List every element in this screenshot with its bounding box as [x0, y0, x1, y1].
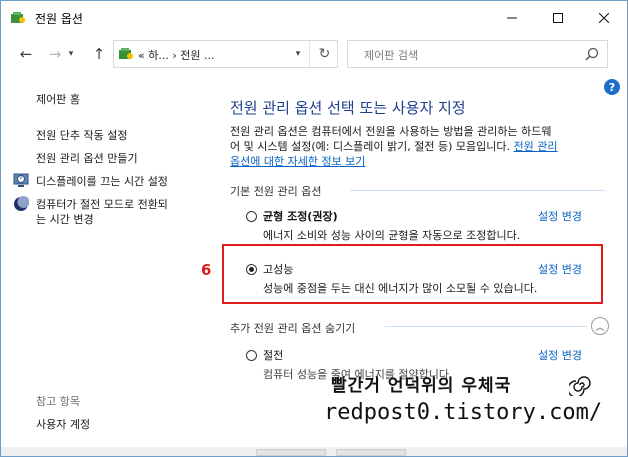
snail-logo-icon: [569, 376, 591, 396]
power-plan-info-link[interactable]: 전원 관리: [514, 140, 558, 153]
chevron-down-icon: ▾: [68, 49, 74, 59]
watermark-blog-name: 빨간거 언덕위의 우체국: [331, 376, 512, 396]
high-performance-plan-description: 성능에 중점을 두는 대신 에너지가 많이 소모될 수 있습니다.: [263, 282, 538, 295]
see-also-heading: 참고 항목: [36, 395, 80, 408]
power-options-app-icon: [11, 12, 25, 23]
close-icon: [599, 13, 609, 23]
page-description: 전원 관리 옵션은 컴퓨터에서 전원을 사용하는 방법을 관리하는 하드웨 어 …: [230, 124, 615, 169]
sleep-time-link-cont[interactable]: 는 시간 변경: [36, 211, 94, 227]
power-button-settings-link[interactable]: 전원 단추 작동 설정: [36, 127, 127, 143]
chevron-up-icon: ︿: [595, 322, 605, 333]
balanced-change-settings-link[interactable]: 설정 변경: [538, 208, 582, 224]
basic-plans-heading: 기본 전원 관리 옵션: [230, 185, 322, 198]
control-panel-home-link[interactable]: 제어판 홈: [36, 91, 80, 107]
up-arrow-icon: ↑: [92, 45, 106, 63]
high-performance-plan-radio[interactable]: [246, 264, 257, 275]
display-off-time-link[interactable]: 디스플레이를 끄는 시간 설정: [36, 173, 168, 189]
title-bar: 전원 옵션: [1, 1, 627, 35]
search-icon: [585, 47, 599, 61]
recent-locations-button[interactable]: ▾: [64, 42, 78, 66]
refresh-icon: ↻: [318, 46, 331, 62]
maximize-icon: [553, 13, 563, 23]
breadcrumb[interactable]: « 하... › 전원 ...: [138, 47, 214, 63]
help-button[interactable]: ?: [604, 79, 620, 95]
window-title: 전원 옵션: [35, 12, 83, 26]
back-arrow-icon: ←: [19, 45, 33, 63]
extra-plans-heading[interactable]: 추가 전원 관리 옵션 숨기기: [230, 320, 355, 336]
close-button[interactable]: [581, 1, 627, 35]
balanced-plan-name[interactable]: 균형 조정(권장): [263, 208, 338, 224]
refresh-button[interactable]: ↻: [309, 40, 339, 68]
search-input[interactable]: 제어판 검색: [364, 47, 418, 63]
maximize-button[interactable]: [535, 1, 581, 35]
page-title: 전원 관리 옵션 선택 또는 사용자 지정: [230, 99, 466, 117]
forward-arrow-icon: →: [48, 45, 62, 63]
minimize-button[interactable]: [489, 1, 535, 35]
search-box[interactable]: 제어판 검색: [347, 40, 608, 68]
power-plan-info-link-cont[interactable]: 옵션에 대한 자세한 정보 보기: [230, 155, 365, 168]
collapse-extra-plans-button[interactable]: ︿: [591, 317, 609, 335]
balanced-plan-description: 에너지 소비와 성능 사이의 균형을 자동으로 조정합니다.: [263, 229, 521, 242]
section-divider: [385, 326, 587, 327]
high-performance-plan-name[interactable]: 고성능: [263, 261, 293, 277]
section-divider: [350, 190, 605, 191]
user-accounts-link[interactable]: 사용자 계정: [36, 416, 90, 432]
power-saver-plan-name[interactable]: 절전: [263, 347, 283, 363]
description-line-1: 전원 관리 옵션은 컴퓨터에서 전원을 사용하는 방법을 관리하는 하드웨: [230, 125, 552, 138]
bottom-button-stub: [336, 449, 406, 456]
power-options-window: 전원 옵션 ← → ▾ ↑ « 하... › 전원 ... ▾ ↻ 제어판 검색…: [0, 0, 628, 457]
bottom-button-stub: [256, 449, 326, 456]
description-line-2: 어 및 시스템 설정(예: 디스플레이 밝기, 절전 등) 모음입니다.: [230, 140, 514, 153]
minimize-icon: [507, 17, 517, 19]
watermark-url: redpost0.tistory.com/: [324, 400, 603, 425]
back-button[interactable]: ←: [14, 42, 38, 66]
sleep-time-link[interactable]: 컴퓨터가 절전 모드로 전환되: [36, 196, 168, 212]
sleep-moon-icon: [14, 196, 29, 211]
high-performance-change-settings-link[interactable]: 설정 변경: [538, 261, 582, 277]
power-saver-plan-radio[interactable]: [246, 350, 257, 361]
power-saver-change-settings-link[interactable]: 설정 변경: [538, 347, 582, 363]
balanced-plan-radio[interactable]: [246, 211, 257, 222]
control-panel-icon: [119, 48, 133, 59]
bottom-strip: [1, 447, 627, 456]
up-button[interactable]: ↑: [87, 42, 111, 66]
display-clock-icon: [13, 173, 29, 187]
help-icon: ?: [608, 80, 616, 94]
chevron-down-icon: ▾: [295, 49, 301, 59]
step-number: 6: [201, 261, 212, 279]
create-power-plan-link[interactable]: 전원 관리 옵션 만들기: [36, 150, 138, 166]
address-dropdown-button[interactable]: ▾: [287, 40, 309, 68]
